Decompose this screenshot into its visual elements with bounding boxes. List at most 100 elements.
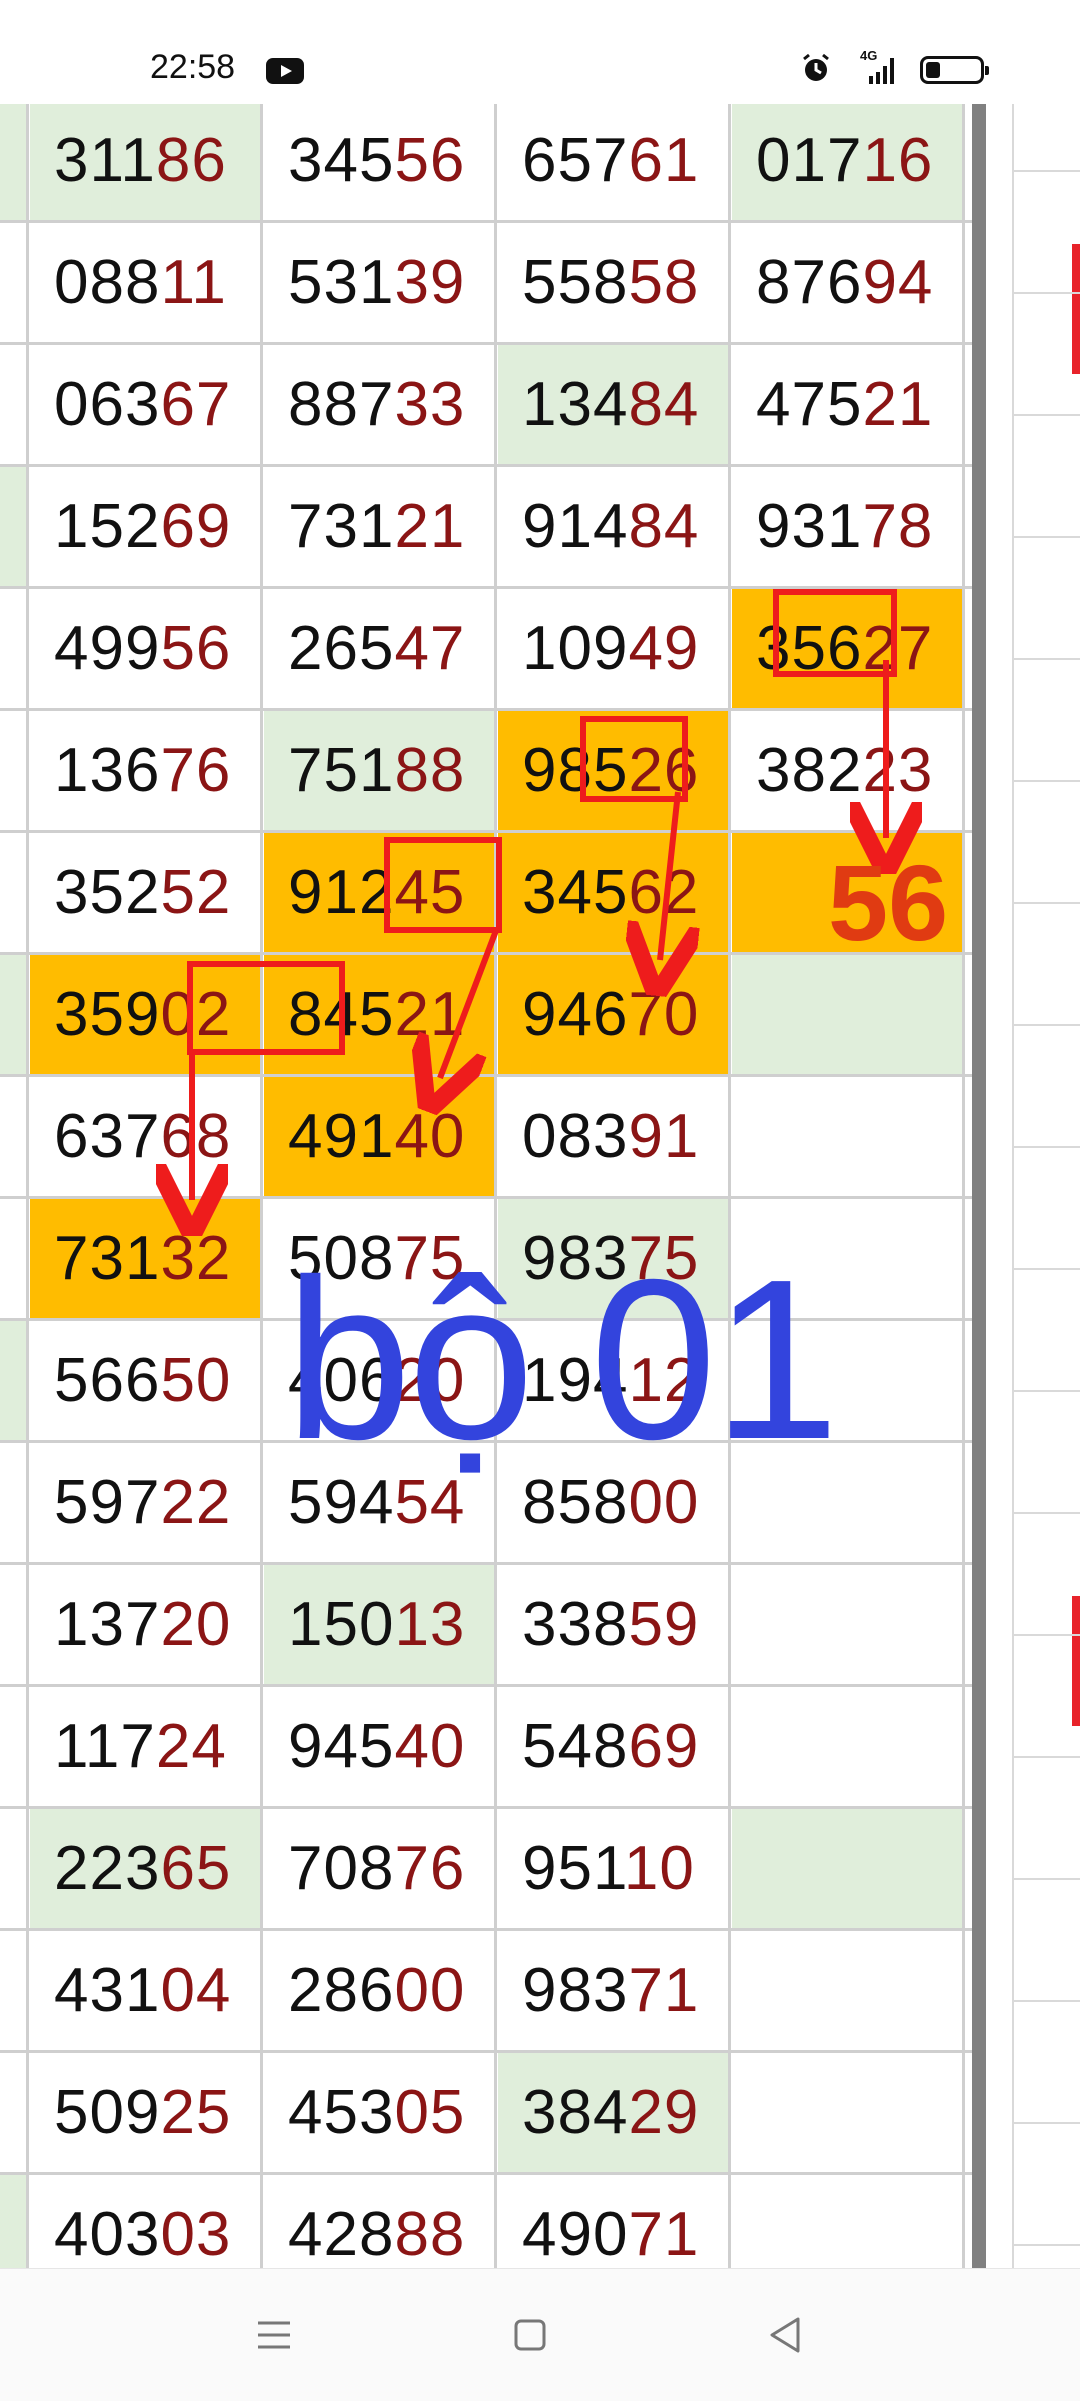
table-cell[interactable]: 34556 (264, 104, 496, 220)
number-tail: 45 (394, 858, 466, 927)
table-cell[interactable]: 49071 (498, 2174, 730, 2268)
grid-line-vertical (26, 104, 29, 2268)
number-head: 134 (522, 370, 629, 439)
table-cell[interactable]: 13720 (30, 1564, 262, 1684)
table-cell[interactable]: 15269 (30, 466, 262, 586)
table-cell[interactable]: 34562 (498, 832, 730, 952)
number-tail: 70 (628, 980, 700, 1049)
number-head: 311 (54, 126, 156, 195)
table-cell[interactable]: 59722 (30, 1442, 262, 1562)
left-column-fragment (0, 954, 26, 1074)
left-column-fragment (0, 1808, 26, 1928)
table-cell[interactable]: 55858 (498, 222, 730, 342)
table-cell[interactable]: 11724 (30, 1686, 262, 1806)
table-cell[interactable]: 56650 (30, 1320, 262, 1440)
table-cell[interactable] (732, 2174, 964, 2268)
table-cell[interactable]: 98371 (498, 1930, 730, 2050)
table-cell[interactable]: 53139 (264, 222, 496, 342)
table-cell[interactable]: 98526 (498, 710, 730, 830)
table-cell[interactable]: 08811 (30, 222, 262, 342)
number-tail: 16 (862, 126, 934, 195)
table-cell[interactable]: 73132 (30, 1198, 262, 1318)
number-tail: 24 (155, 1712, 227, 1781)
home-square-icon[interactable] (500, 2305, 560, 2365)
result-number: 35252 (54, 862, 231, 924)
table-cell[interactable]: 73121 (264, 466, 496, 586)
table-cell[interactable]: 15013 (264, 1564, 496, 1684)
table-cell[interactable] (732, 1930, 964, 2050)
result-number: 88733 (288, 374, 465, 436)
result-number: 13484 (522, 374, 699, 436)
number-head: 558 (522, 248, 629, 317)
table-cell[interactable]: 94670 (498, 954, 730, 1074)
table-cell[interactable]: 28600 (264, 1930, 496, 2050)
table-cell[interactable]: 26547 (264, 588, 496, 708)
table-cell[interactable] (732, 1564, 964, 1684)
table-cell[interactable]: 91484 (498, 466, 730, 586)
left-column-fragment (0, 1686, 26, 1806)
table-cell[interactable]: 06367 (30, 344, 262, 464)
table-cell[interactable] (732, 954, 964, 1074)
table-cell[interactable]: 08391 (498, 1076, 730, 1196)
table-cell[interactable]: 75188 (264, 710, 496, 830)
result-number: 91484 (522, 496, 699, 558)
result-number: 98526 (522, 740, 699, 802)
table-cell[interactable] (732, 2052, 964, 2172)
table-cell[interactable]: 42888 (264, 2174, 496, 2268)
lottery-results-table[interactable]: 31186 34556 65761 01716 08811 53139 55858 87694… (0, 104, 972, 2268)
table-cell[interactable]: 70876 (264, 1808, 496, 1928)
number-tail: 13 (394, 1590, 466, 1659)
result-number: 93178 (756, 496, 933, 558)
grid-line-horizontal (0, 952, 972, 955)
number-tail: 91 (628, 1102, 700, 1171)
table-cell[interactable]: 87694 (732, 222, 964, 342)
table-cell[interactable] (732, 1808, 964, 1928)
table-cell[interactable]: 35627 (732, 588, 964, 708)
table-cell[interactable]: 49140 (264, 1076, 496, 1196)
table-cell[interactable]: 22365 (30, 1808, 262, 1928)
table-cell[interactable]: 33859 (498, 1564, 730, 1684)
table-cell[interactable]: 43104 (30, 1930, 262, 2050)
number-tail: 69 (160, 492, 232, 561)
table-cell[interactable]: 49956 (30, 588, 262, 708)
table-cell[interactable]: 63768 (30, 1076, 262, 1196)
table-cell[interactable]: 45305 (264, 2052, 496, 2172)
table-cell[interactable]: 13484 (498, 344, 730, 464)
table-cell[interactable]: 54869 (498, 1686, 730, 1806)
table-cell[interactable]: 94540 (264, 1686, 496, 1806)
table-cell[interactable]: 13676 (30, 710, 262, 830)
menu-icon[interactable] (244, 2305, 304, 2365)
number-head: 509 (54, 2078, 161, 2147)
table-cell[interactable]: 47521 (732, 344, 964, 464)
number-head: 751 (288, 736, 395, 805)
table-cell[interactable]: 35252 (30, 832, 262, 952)
table-cell[interactable]: 93178 (732, 466, 964, 586)
table-cell[interactable]: 38429 (498, 2052, 730, 2172)
result-number: 56650 (54, 1350, 231, 1412)
result-number: 84521 (288, 984, 465, 1046)
table-cell[interactable]: 50925 (30, 2052, 262, 2172)
number-head: 499 (54, 614, 161, 683)
result-number: 42888 (288, 2204, 465, 2266)
table-cell[interactable]: 01716 (732, 104, 964, 220)
table-cell[interactable]: 10949 (498, 588, 730, 708)
grid-line-vertical (962, 104, 965, 2268)
table-cell[interactable] (732, 1076, 964, 1196)
table-cell[interactable]: 84521 (264, 954, 496, 1074)
table-cell[interactable]: 65761 (498, 104, 730, 220)
table-cell[interactable]: 38223 (732, 710, 964, 830)
back-triangle-icon[interactable] (756, 2305, 816, 2365)
scrollbar[interactable] (972, 104, 986, 2268)
table-cell[interactable] (732, 1686, 964, 1806)
left-column-fragment (0, 2052, 26, 2172)
table-cell[interactable]: 40303 (30, 2174, 262, 2268)
table-cell[interactable]: 88733 (264, 344, 496, 464)
number-head: 382 (756, 736, 863, 805)
table-cell[interactable]: 95110 (498, 1808, 730, 1928)
number-head: 286 (288, 1956, 395, 2025)
number-head: 359 (54, 980, 161, 1049)
table-cell[interactable]: 91245 (264, 832, 496, 952)
left-column-fragment (0, 1198, 26, 1318)
table-cell[interactable]: 35902 (30, 954, 262, 1074)
table-cell[interactable]: 31186 (30, 104, 262, 220)
